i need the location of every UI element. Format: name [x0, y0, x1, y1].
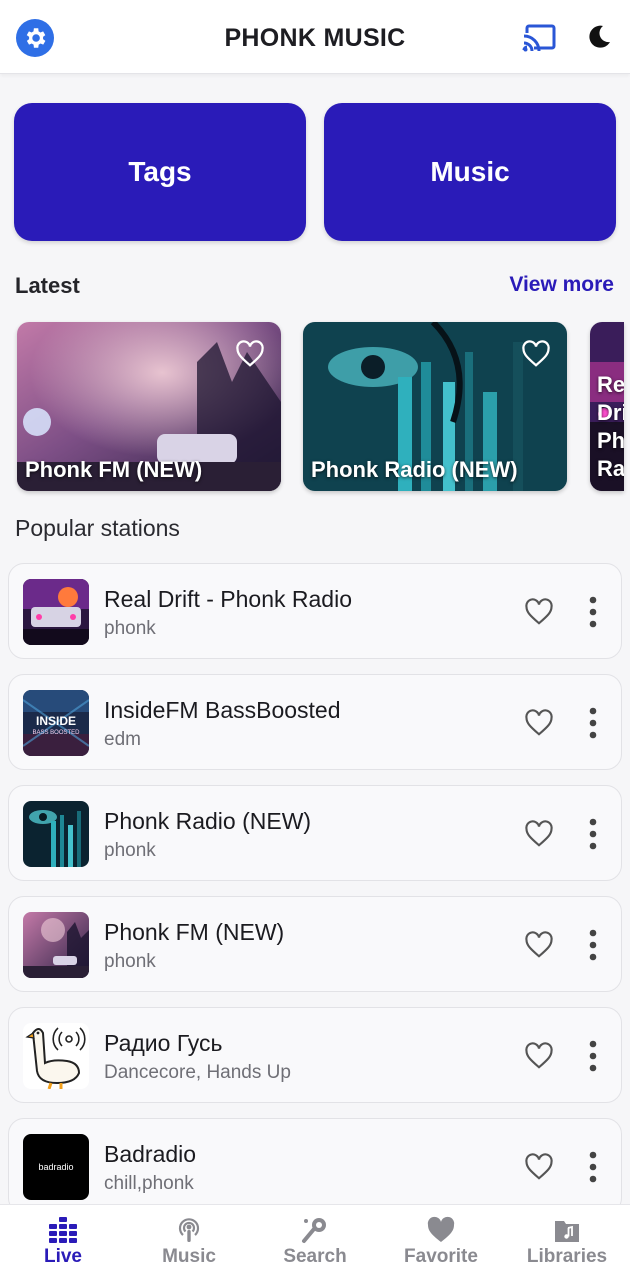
nav-search[interactable]: Search: [252, 1205, 378, 1268]
equalizer-icon: [49, 1217, 77, 1243]
heart-outline-icon[interactable]: [524, 820, 554, 848]
more-vert-icon[interactable]: [583, 1149, 603, 1185]
heart-icon: [427, 1216, 455, 1242]
favorite-heart-icon[interactable]: [521, 340, 551, 368]
music-folder-icon: [555, 1221, 579, 1242]
moon-icon[interactable]: [584, 22, 614, 52]
nav-label: Search: [283, 1246, 347, 1267]
microphone-search-icon: [302, 1218, 326, 1243]
nav-music[interactable]: Music: [126, 1205, 252, 1268]
station-tags: edm: [104, 729, 141, 750]
station-thumbnail: badradio: [23, 1134, 89, 1200]
station-row-badradio[interactable]: badradio Badradio chill,phonk: [8, 1118, 622, 1214]
station-thumbnail: [23, 579, 89, 645]
latest-card-phonk-fm[interactable]: Phonk FM (NEW): [17, 322, 281, 491]
card-title: Real Drift - Phonk Radio: [597, 372, 624, 481]
more-vert-icon[interactable]: [583, 594, 603, 630]
more-vert-icon[interactable]: [583, 705, 603, 741]
top-app-bar: PHONK MUSIC: [0, 0, 630, 74]
music-button[interactable]: Music: [324, 103, 616, 241]
view-more-link[interactable]: View more: [509, 273, 614, 297]
bottom-navigation: Live Music Search Favorite Libraries: [0, 1204, 630, 1268]
station-row-insidefm[interactable]: INSIDE BASS BOOSTED InsideFM BassBoosted…: [8, 674, 622, 770]
station-name: Real Drift - Phonk Radio: [104, 586, 352, 612]
nav-label: Favorite: [404, 1246, 478, 1267]
podcast-icon: [178, 1218, 200, 1242]
station-thumbnail: [23, 801, 89, 867]
station-tags: phonk: [104, 840, 156, 861]
more-vert-icon[interactable]: [583, 816, 603, 852]
more-vert-icon[interactable]: [583, 927, 603, 963]
station-name: Badradio: [104, 1141, 197, 1167]
station-row-phonk-fm[interactable]: Phonk FM (NEW) phonk: [8, 896, 622, 992]
more-vert-icon[interactable]: [583, 1038, 603, 1074]
heart-outline-icon[interactable]: [524, 1153, 554, 1181]
heart-outline-icon[interactable]: [524, 598, 554, 626]
nav-label: Libraries: [526, 1246, 608, 1267]
station-name: InsideFM BassBoosted: [104, 697, 341, 723]
latest-card-phonk-radio[interactable]: Phonk Radio (NEW): [303, 322, 567, 491]
thumb-logo-text: INSIDE: [36, 714, 76, 728]
station-tags: chill,phonk: [104, 1173, 194, 1194]
heart-outline-icon[interactable]: [524, 1042, 554, 1070]
station-name: Phonk FM (NEW): [104, 919, 285, 945]
station-row-phonk-radio[interactable]: Phonk Radio (NEW) phonk: [8, 785, 622, 881]
station-thumbnail: [23, 912, 89, 978]
station-thumbnail: INSIDE BASS BOOSTED: [23, 690, 89, 756]
station-tags: Dancecore, Hands Up: [104, 1062, 291, 1083]
heart-outline-icon[interactable]: [524, 709, 554, 737]
latest-heading: Latest: [15, 273, 80, 298]
station-row-radio-gus[interactable]: Радио Гусь Dancecore, Hands Up: [8, 1007, 622, 1103]
nav-label: Music: [162, 1246, 216, 1267]
nav-live[interactable]: Live: [0, 1205, 126, 1268]
nav-libraries[interactable]: Libraries: [504, 1205, 630, 1268]
station-tags: phonk: [104, 951, 156, 972]
station-thumbnail: [23, 1023, 89, 1089]
favorite-heart-icon[interactable]: [235, 340, 265, 368]
tags-button[interactable]: Tags: [14, 103, 306, 241]
nav-favorite[interactable]: Favorite: [378, 1205, 504, 1268]
thumb-logo-text: badradio: [38, 1162, 73, 1172]
app-screen: PHONK MUSIC Tags Music Latest View more: [0, 0, 630, 1268]
cast-icon[interactable]: [522, 24, 556, 52]
latest-card-real-drift[interactable]: Real Drift - Phonk Radio: [590, 322, 624, 491]
station-tags: phonk: [104, 618, 156, 639]
nav-label: Live: [43, 1246, 83, 1267]
station-name: Радио Гусь: [104, 1030, 223, 1056]
popular-heading: Popular stations: [15, 515, 180, 541]
station-name: Phonk Radio (NEW): [104, 808, 312, 834]
thumb-logo-subtext: BASS BOOSTED: [32, 730, 80, 736]
heart-outline-icon[interactable]: [524, 931, 554, 959]
card-title: Phonk FM (NEW): [25, 457, 203, 482]
card-title: Phonk Radio (NEW): [311, 457, 518, 482]
station-row-real-drift[interactable]: Real Drift - Phonk Radio phonk: [8, 563, 622, 659]
